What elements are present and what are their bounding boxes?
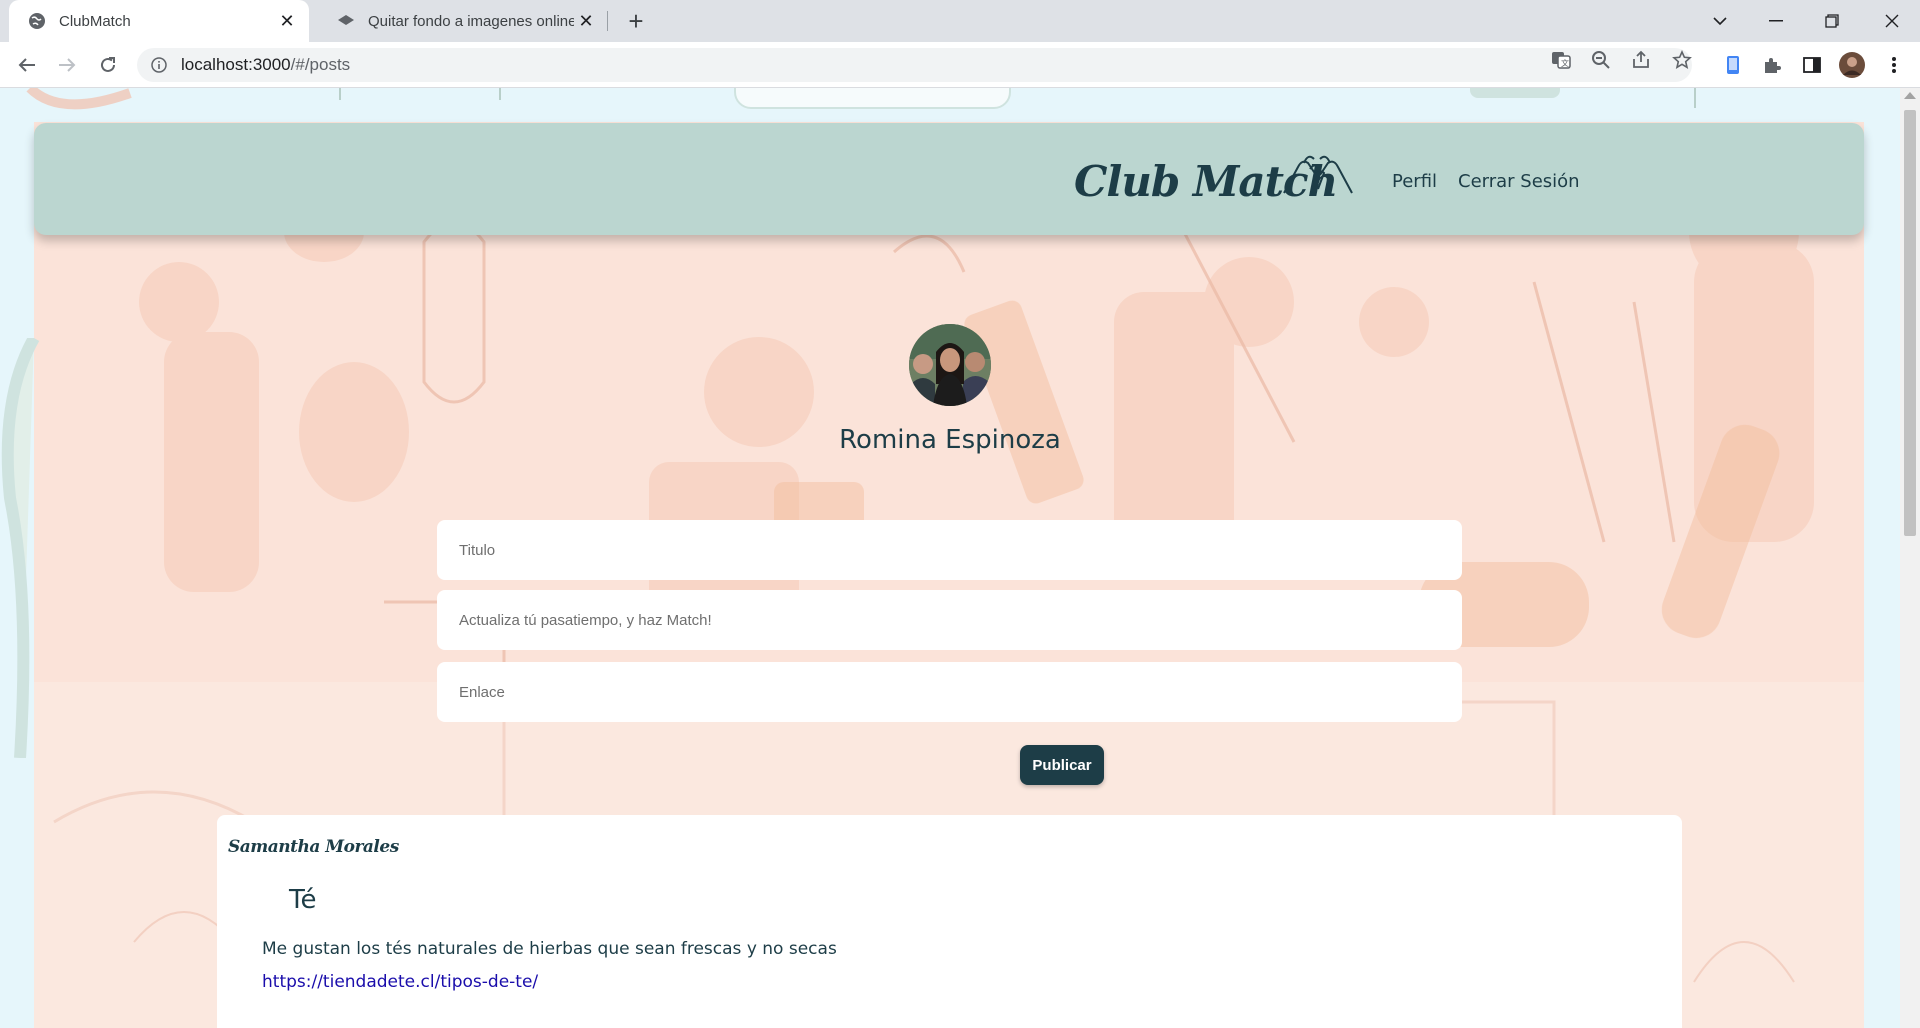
extensions-puzzle-icon[interactable] [1759, 52, 1785, 78]
layers-icon [336, 11, 356, 31]
post-card: Samantha Morales Té Me gustan los tés na… [217, 815, 1682, 1028]
background-illustration-left [1, 338, 40, 758]
side-panel-icon[interactable] [1799, 52, 1825, 78]
site-info-icon[interactable] [149, 55, 169, 75]
close-tab-icon[interactable]: ✕ [275, 9, 299, 33]
translate-icon[interactable]: 文 [1550, 49, 1572, 71]
url-text: localhost:3000/#/posts [181, 55, 350, 75]
share-icon[interactable] [1630, 49, 1652, 71]
post-description-input[interactable] [437, 590, 1462, 650]
post-title: Té [289, 885, 317, 915]
back-arrow-icon[interactable] [12, 50, 42, 80]
extension-phone-icon[interactable] [1720, 52, 1746, 78]
post-link[interactable]: https://tiendadete.cl/tipos-de-te/ [262, 972, 538, 992]
new-tab-icon[interactable]: + [623, 6, 649, 36]
post-title-input[interactable] [437, 520, 1462, 580]
zoom-out-icon[interactable] [1590, 49, 1612, 71]
pinky-promise-hands-icon [1283, 155, 1353, 194]
menu-kebab-icon[interactable] [1881, 52, 1907, 78]
page-scrollbar[interactable] [1900, 88, 1920, 1028]
page-viewport: Club Match Perfil Cerrar Sesión Romina E… [0, 88, 1900, 1028]
scroll-up-arrow-icon[interactable] [1904, 92, 1916, 99]
close-window-icon[interactable] [1864, 0, 1920, 42]
publish-button[interactable]: Publicar [1020, 745, 1104, 785]
forward-arrow-icon[interactable] [52, 50, 82, 80]
tab-quitar-fondo[interactable]: Quitar fondo a imagenes online y ✕ [318, 0, 608, 42]
tab-title: ClubMatch [59, 12, 131, 30]
restore-icon[interactable] [1804, 0, 1860, 42]
bookmark-star-icon[interactable] [1671, 49, 1693, 71]
reload-icon[interactable] [93, 50, 123, 80]
app-header: Club Match Perfil Cerrar Sesión [34, 123, 1864, 235]
nav-link-perfil[interactable]: Perfil [1392, 171, 1437, 192]
profile-avatar-icon[interactable] [1839, 52, 1865, 78]
address-bar[interactable]: localhost:3000/#/posts [137, 48, 1692, 82]
globe-icon [27, 11, 47, 31]
url-path: /#/posts [290, 55, 351, 74]
tab-search-icon[interactable] [1692, 0, 1748, 42]
minimize-icon[interactable] [1748, 0, 1804, 42]
profile-avatar [909, 324, 991, 406]
close-tab-icon[interactable]: ✕ [574, 9, 598, 33]
browser-tabstrip: ClubMatch ✕ Quitar fondo a imagenes onli… [0, 0, 1920, 42]
tab-separator [607, 11, 608, 31]
tab-title: Quitar fondo a imagenes online y [368, 12, 574, 30]
profile-name: Romina Espinoza [839, 425, 1061, 455]
post-link-input[interactable] [437, 662, 1462, 722]
tab-clubmatch[interactable]: ClubMatch ✕ [9, 0, 309, 42]
browser-toolbar: localhost:3000/#/posts 文 [0, 42, 1920, 88]
svg-text:文: 文 [1561, 58, 1569, 68]
post-author: Samantha Morales [228, 837, 399, 857]
url-host: localhost:3000 [181, 55, 291, 74]
nav-link-cerrar-sesion[interactable]: Cerrar Sesión [1458, 171, 1580, 192]
scroll-thumb[interactable] [1904, 110, 1916, 536]
post-description: Me gustan los tés naturales de hierbas q… [262, 939, 837, 959]
